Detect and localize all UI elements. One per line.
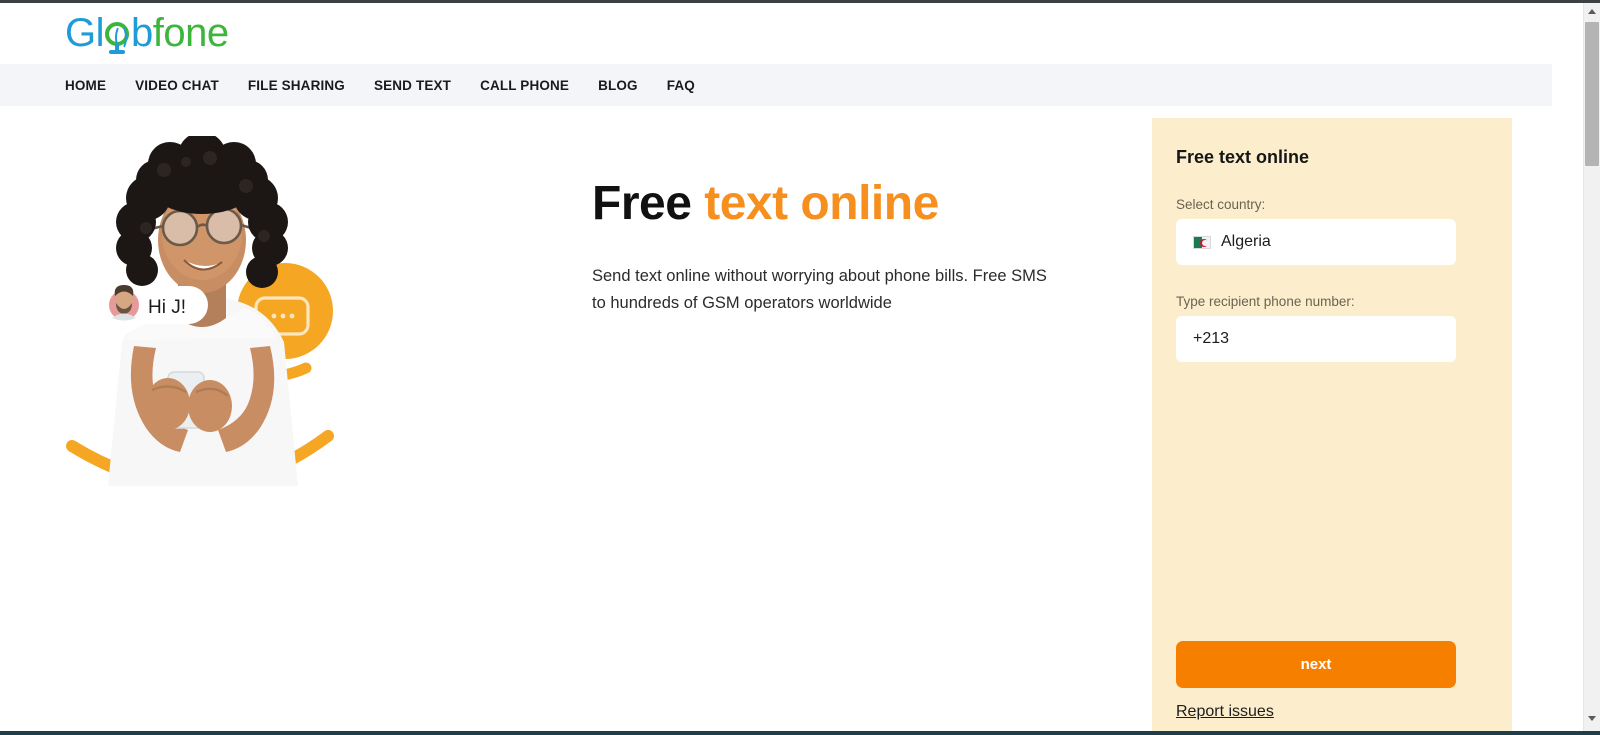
nav-item-video-chat[interactable]: VIDEO CHAT: [135, 78, 219, 93]
send-text-panel: Free text online Select country: Algeria…: [1152, 118, 1512, 731]
report-issues-link[interactable]: Report issues: [1176, 703, 1274, 721]
main-navigation: HOME VIDEO CHAT FILE SHARING SEND TEXT C…: [0, 64, 1552, 106]
page-content: Gl b fone HOME VIDEO CHAT FILE SHARING SEN…: [0, 3, 1552, 731]
page-title: Free text online: [592, 177, 1112, 231]
hero-headline-block: Free text online Send text online withou…: [592, 177, 1112, 317]
phone-label: Type recipient phone number:: [1176, 294, 1355, 309]
country-select[interactable]: Algeria: [1176, 219, 1456, 265]
hero-subtitle: Send text online without worrying about …: [592, 266, 1047, 313]
main-content: Hi J! Free text online Send text online …: [0, 106, 1552, 731]
nav-item-blog[interactable]: BLOG: [598, 78, 638, 93]
page-title-plain: Free: [592, 177, 692, 230]
browser-viewport: Gl b fone HOME VIDEO CHAT FILE SHARING SEN…: [0, 0, 1600, 735]
hero-illustration: Hi J!: [60, 136, 350, 486]
logo-text-part3: fone: [152, 11, 229, 55]
page-scrollbar[interactable]: [1583, 3, 1600, 731]
nav-item-call-phone[interactable]: CALL PHONE: [480, 78, 569, 93]
phone-number-input[interactable]: [1176, 316, 1456, 362]
globe-icon: [104, 13, 131, 54]
nav-item-send-text[interactable]: SEND TEXT: [374, 78, 451, 93]
browser-chrome-bottom-edge: [0, 731, 1600, 735]
flag-algeria-icon: [1193, 235, 1211, 249]
scroll-down-arrow-icon[interactable]: [1584, 710, 1600, 727]
logo-text-part2: b: [131, 11, 153, 55]
hero-bubble-text: Hi J!: [148, 297, 186, 318]
site-header: Gl b fone: [0, 3, 1552, 64]
scrollbar-thumb[interactable]: [1585, 22, 1599, 166]
logo-text-part1: Gl: [65, 11, 105, 55]
next-button[interactable]: next: [1176, 641, 1456, 688]
scroll-up-arrow-icon[interactable]: [1584, 3, 1600, 20]
panel-title: Free text online: [1176, 147, 1310, 167]
country-select-value: Algeria: [1221, 233, 1271, 250]
site-logo[interactable]: Gl b fone: [65, 10, 229, 56]
nav-item-faq[interactable]: FAQ: [667, 78, 695, 93]
country-label: Select country:: [1176, 197, 1266, 212]
nav-item-home[interactable]: HOME: [65, 78, 106, 93]
page-title-accent: text online: [704, 177, 939, 230]
nav-item-file-sharing[interactable]: FILE SHARING: [248, 78, 345, 93]
